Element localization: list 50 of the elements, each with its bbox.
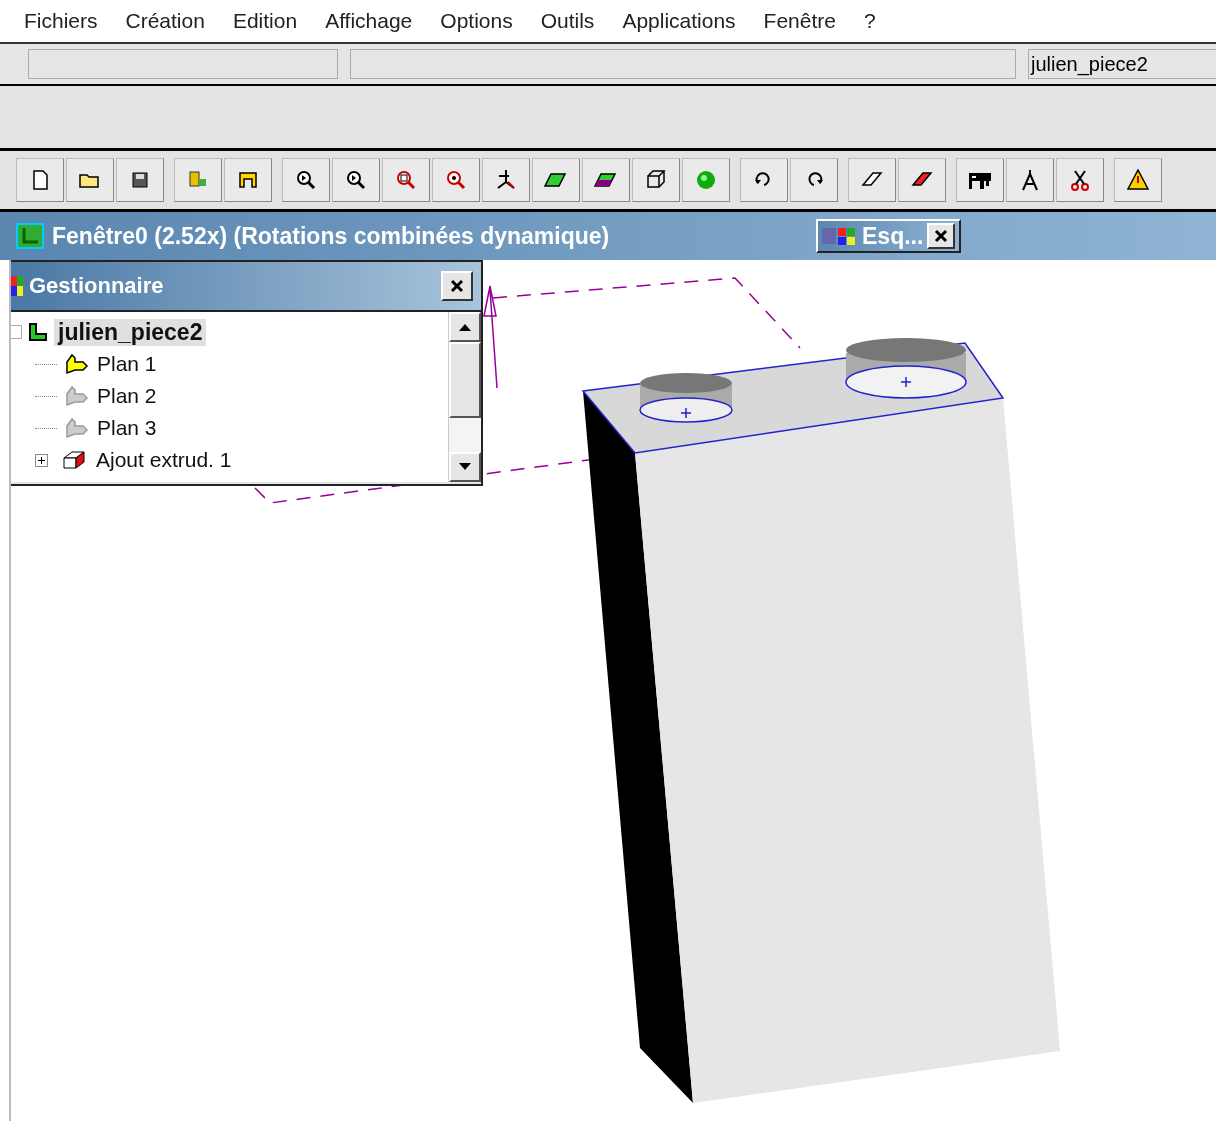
scroll-down-icon <box>458 462 472 472</box>
menu-item[interactable]: Fenêtre <box>763 9 836 33</box>
toolbar-button[interactable] <box>482 158 530 202</box>
tree-item[interactable]: Plan 1 <box>93 352 161 376</box>
expand-toggle[interactable] <box>35 453 48 467</box>
menu-item[interactable]: Edition <box>232 9 298 33</box>
toolbar-button[interactable] <box>790 158 838 202</box>
close-button[interactable] <box>927 223 956 249</box>
toolbar-button[interactable] <box>1006 158 1054 202</box>
toolbar-button[interactable] <box>632 158 680 202</box>
menu-item[interactable]: Applications <box>622 9 736 33</box>
status-field: julien_piece2 <box>1028 49 1216 79</box>
toolbar-button[interactable] <box>1114 158 1162 202</box>
expand-toggle[interactable] <box>11 325 22 339</box>
toolbar-button[interactable] <box>332 158 380 202</box>
tree-item[interactable]: Plan 2 <box>93 384 161 408</box>
toolbar-button[interactable] <box>116 158 164 202</box>
toolbar-button[interactable] <box>16 158 64 202</box>
menu-item[interactable]: Création <box>125 9 205 33</box>
toolbar-button[interactable] <box>582 158 630 202</box>
tree-item[interactable]: Plan 3 <box>93 416 161 440</box>
tree-item[interactable]: Ajout extrud. 1 <box>92 448 236 472</box>
toolbar-button[interactable] <box>740 158 788 202</box>
menu-item[interactable]: Options <box>440 9 513 33</box>
tree-item[interactable]: julien_piece2 <box>54 318 207 346</box>
menu-item[interactable]: Fichiers <box>24 9 98 33</box>
toolbar-button[interactable] <box>848 158 896 202</box>
menu-item[interactable]: Outils <box>540 9 595 33</box>
toolbar-button[interactable] <box>898 158 946 202</box>
toolbar-button[interactable] <box>956 158 1004 202</box>
manager-icon <box>11 276 23 296</box>
close-button[interactable] <box>441 271 473 301</box>
menu-item[interactable]: ? <box>864 9 876 33</box>
close-icon <box>450 279 464 293</box>
toolbar-button[interactable] <box>282 158 330 202</box>
menu-item[interactable]: Affichage <box>325 9 413 33</box>
toolbar-button[interactable] <box>532 158 580 202</box>
warning-icon <box>1125 167 1151 193</box>
panel-title: Gestionnaire <box>29 273 165 299</box>
scrollbar[interactable] <box>448 312 481 482</box>
window-title: Fenêtre0 (2.52x) (Rotations combinées dynamique) <box>52 222 610 250</box>
close-icon <box>934 229 949 243</box>
toolbar-button[interactable] <box>66 158 114 202</box>
part-icon <box>26 320 50 344</box>
window-icon <box>16 223 44 249</box>
sketch-window-icon <box>822 226 858 246</box>
extrusion-icon <box>60 448 88 472</box>
toolbar-button[interactable] <box>224 158 272 202</box>
toolbar-button[interactable] <box>1056 158 1104 202</box>
scroll-up-icon <box>458 322 472 332</box>
